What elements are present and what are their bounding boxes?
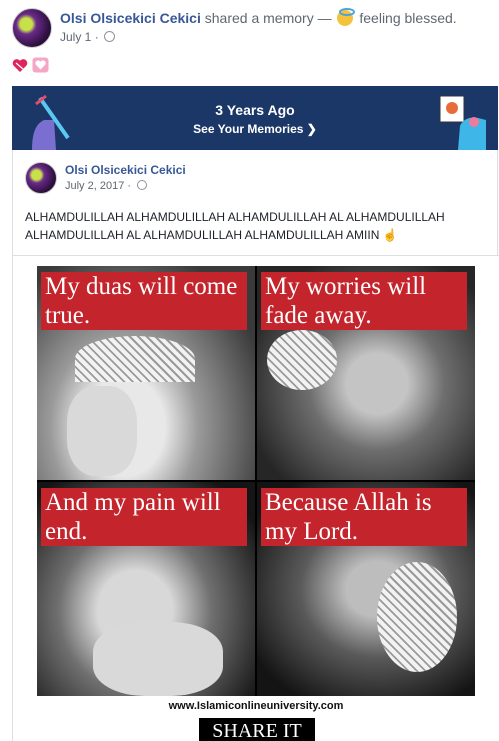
author-name-link[interactable]: Olsi Olsicekici Cekici — [60, 10, 201, 26]
shared-author-avatar[interactable] — [25, 162, 57, 194]
meta-separator: · — [127, 180, 132, 192]
poster-caption: My worries will fade away. — [261, 272, 467, 330]
shared-author-link[interactable]: Olsi Olsicekici Cekici — [65, 163, 186, 177]
poster-caption: Because Allah is my Lord. — [261, 488, 467, 546]
poster-panel-praying-boy: My duas will come true. — [37, 266, 255, 480]
see-memories-link[interactable]: See Your Memories ❯ — [12, 122, 498, 136]
poster-panel-looking-up: My worries will fade away. — [257, 266, 475, 480]
post-reactions — [12, 57, 49, 77]
blessed-emoji-icon — [337, 8, 356, 26]
see-memories-label: See Your Memories — [193, 122, 304, 136]
memories-banner: 3 Years Ago See Your Memories ❯ — [12, 86, 498, 150]
heart-gift-emoji-icon — [32, 57, 49, 77]
meta-separator: · — [94, 30, 99, 44]
post-body-text: ALHAMDULILLAH ALHAMDULILLAH ALHAMDULILLA… — [25, 208, 487, 244]
feeling-text: feeling blessed. — [359, 10, 457, 26]
post-meta: July 1 · — [60, 30, 116, 44]
post-header-line: Olsi Olsicekici Cekici shared a memory —… — [60, 8, 457, 26]
poster-caption: And my pain will end. — [41, 488, 247, 546]
poster-website: www.Islamiconlineuniversity.com — [168, 700, 344, 712]
memory-post-header: Olsi Olsicekici Cekici shared a memory —… — [12, 8, 492, 48]
heart-emoji-icon — [12, 58, 28, 77]
poster-panel-hands-raised: And my pain will end. — [37, 482, 255, 696]
action-text: shared a memory — — [204, 10, 332, 26]
banner-title: 3 Years Ago — [215, 102, 295, 118]
pointing-up-emoji-icon: ☝ — [382, 228, 398, 242]
author-avatar[interactable] — [12, 8, 52, 48]
poster-share-label: SHARE IT — [199, 718, 315, 741]
chevron-right-icon: ❯ — [306, 122, 317, 136]
shared-post-meta: July 2, 2017 · — [65, 180, 148, 192]
shared-post-date-link[interactable]: July 2, 2017 — [65, 180, 124, 192]
poster-panel-prostrating: Because Allah is my Lord. — [257, 482, 475, 696]
photo-hand-icon — [439, 95, 486, 150]
shared-memory-card: Olsi Olsicekici Cekici July 2, 2017 · AL… — [12, 150, 499, 741]
poster-caption: My duas will come true. — [41, 272, 247, 330]
dua-poster-image: My duas will come true. My worries will … — [37, 266, 475, 696]
post-image[interactable]: My duas will come true. My worries will … — [13, 255, 499, 741]
globe-icon[interactable] — [137, 180, 148, 190]
globe-icon[interactable] — [104, 31, 116, 42]
post-date-link[interactable]: July 1 — [60, 30, 91, 44]
